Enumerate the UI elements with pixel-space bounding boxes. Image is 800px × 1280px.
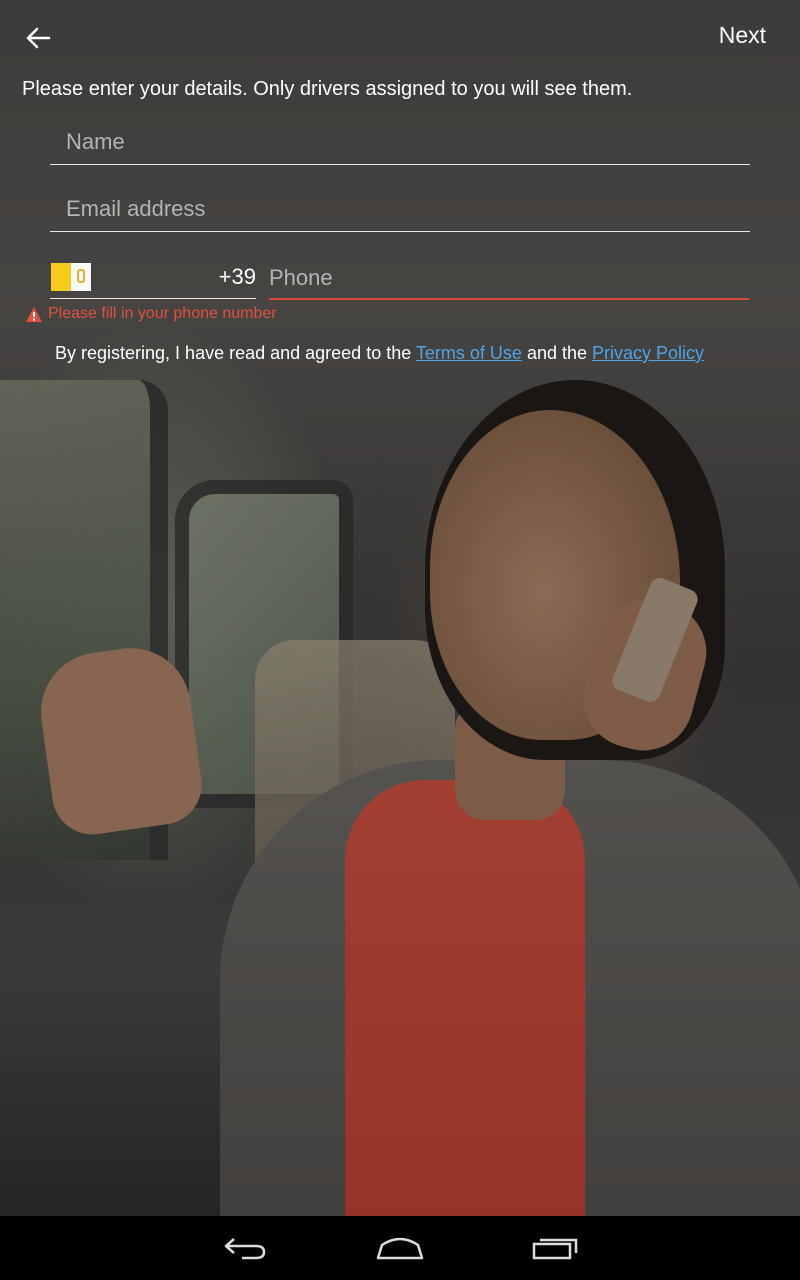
nav-home-button[interactable] [370,1226,430,1270]
registration-form-screen: Next Please enter your details. Only dri… [0,0,800,1216]
vatican-flag-icon [51,263,91,291]
nav-recents-icon [532,1238,578,1260]
nav-home-icon [376,1237,424,1260]
error-text: Please fill in your phone number [48,305,277,322]
nav-back-icon [224,1238,266,1260]
arrow-left-icon [26,27,51,49]
nav-recents-button[interactable] [525,1226,585,1270]
name-field[interactable] [50,120,750,165]
intro-text: Please enter your details. Only drivers … [22,78,633,100]
terms-notice: By registering, I have read and agreed t… [55,343,704,364]
dial-code: +39 [218,264,256,289]
email-field[interactable] [50,187,750,232]
country-code-selector[interactable]: +39 [50,258,256,299]
back-button[interactable] [18,20,58,56]
warning-icon [26,306,42,322]
email-input[interactable] [50,187,750,231]
privacy-policy-link[interactable]: Privacy Policy [592,343,704,363]
terms-middle: and the [521,343,592,363]
phone-input[interactable] [269,258,749,298]
next-button[interactable]: Next [719,22,766,49]
system-navigation-bar [0,1216,800,1280]
phone-field[interactable] [269,258,749,300]
terms-prefix: By registering, I have read and agreed t… [55,343,416,363]
name-input[interactable] [50,120,750,164]
nav-back-button[interactable] [215,1226,275,1270]
phone-error-message: Please fill in your phone number [26,305,277,323]
terms-of-use-link[interactable]: Terms of Use [416,343,522,363]
